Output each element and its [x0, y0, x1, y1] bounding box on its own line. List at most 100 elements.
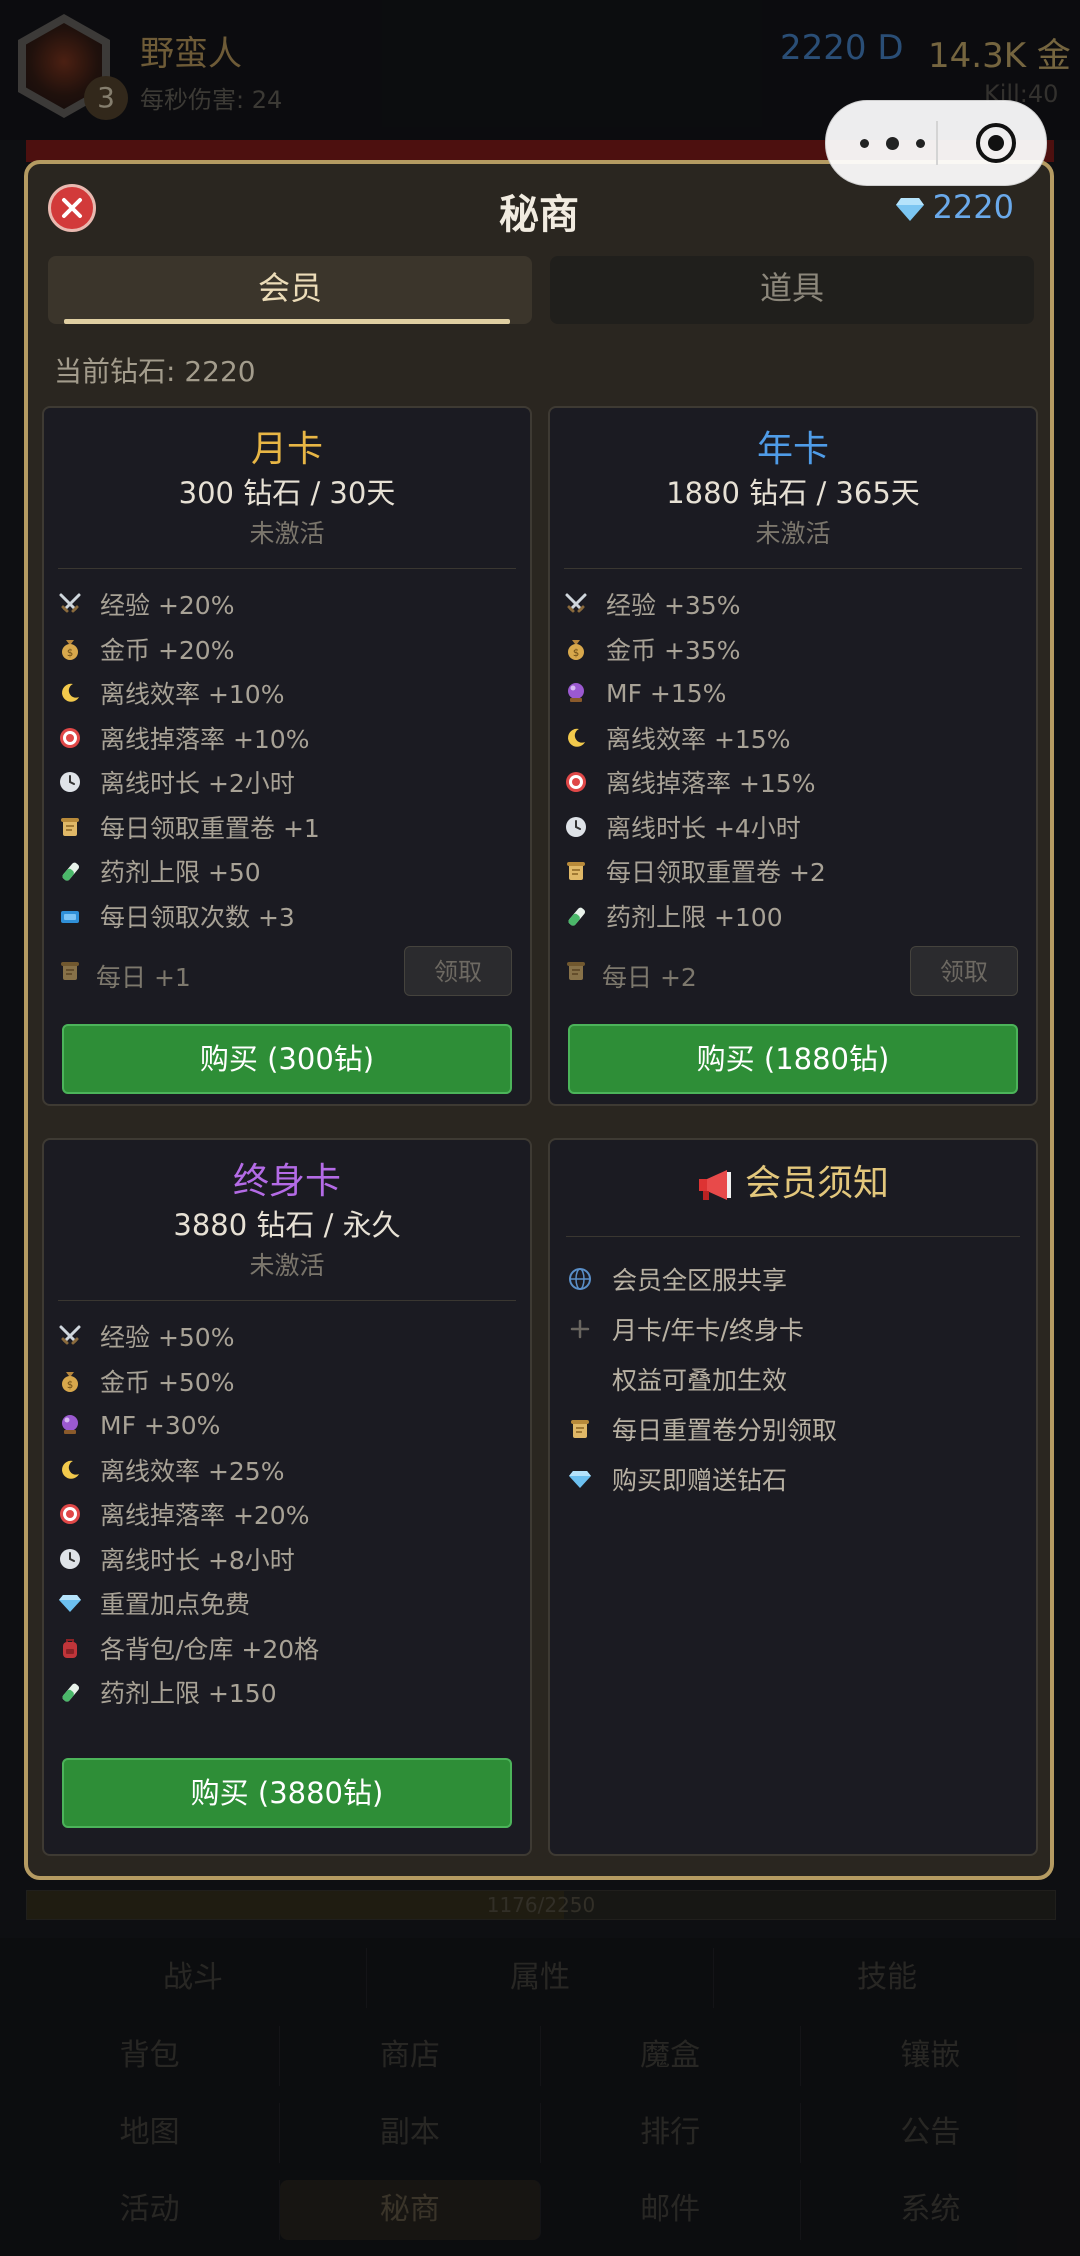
- plus-icon: [568, 1317, 592, 1341]
- scroll-icon: [564, 859, 588, 883]
- perk-item: 经验 +50%: [58, 1314, 520, 1359]
- notice-item: 月卡/年卡/终身卡: [568, 1304, 1026, 1354]
- money-bag-icon: $: [58, 637, 82, 661]
- gem-icon: [58, 1591, 82, 1615]
- divider: [566, 1236, 1020, 1237]
- diamond-balance-value: 2220: [932, 188, 1014, 226]
- card-status: 未激活: [249, 1251, 325, 1280]
- svg-text:$: $: [573, 648, 579, 659]
- tab-membership-label: 会员: [257, 269, 322, 307]
- divider: [58, 1300, 516, 1301]
- perk-item: MF +15%: [564, 671, 1026, 716]
- perk-text: 离线时长 +4小时: [606, 813, 801, 843]
- gem-icon: [568, 1467, 592, 1491]
- perk-item: $ 金币 +20%: [58, 627, 520, 672]
- clock-icon: [58, 1547, 82, 1571]
- svg-text:$: $: [67, 648, 73, 659]
- perk-text: 金币 +20%: [100, 635, 235, 665]
- megaphone-icon: [698, 1170, 731, 1200]
- crescent-moon-icon: [58, 1458, 82, 1482]
- capsule-divider: [936, 121, 938, 165]
- target-icon: [564, 770, 588, 794]
- daily-reward-row: 每日 +2 领取: [564, 946, 1018, 998]
- money-bag-icon: $: [564, 637, 588, 661]
- card-status: 未激活: [249, 519, 325, 548]
- crystal-ball-icon: [58, 1413, 82, 1437]
- perk-item: 经验 +20%: [58, 582, 520, 627]
- perk-text: 每日领取重置卷 +1: [100, 813, 320, 843]
- more-menu-icon[interactable]: [856, 127, 936, 159]
- globe-icon: [568, 1267, 592, 1291]
- perk-item: MF +30%: [58, 1403, 520, 1448]
- notice-text: 购买即赠送钻石: [612, 1466, 788, 1495]
- perk-item: 离线掉落率 +15%: [564, 760, 1026, 805]
- divider: [58, 568, 516, 569]
- perk-text: 离线效率 +10%: [100, 680, 285, 710]
- perk-item: 药剂上限 +150: [58, 1670, 520, 1715]
- tab-bar: 会员 道具: [48, 256, 1034, 324]
- card-price: 3880 钻石 / 永久: [173, 1208, 401, 1242]
- perk-text: 离线掉落率 +10%: [100, 724, 310, 754]
- perk-text: 离线效率 +25%: [100, 1456, 285, 1486]
- perk-item: 离线时长 +8小时: [58, 1537, 520, 1582]
- perk-item: 药剂上限 +50: [58, 849, 520, 894]
- perk-text: MF +15%: [606, 678, 727, 708]
- crossed-swords-icon: [58, 592, 82, 616]
- perk-text: 离线时长 +8小时: [100, 1545, 295, 1575]
- buy-lifetime-button[interactable]: 购买 (3880钻): [62, 1758, 512, 1828]
- tab-membership[interactable]: 会员: [48, 256, 532, 324]
- daily-reward-text: 每日 +1: [96, 963, 191, 992]
- notice-item: 购买即赠送钻石: [568, 1454, 1026, 1504]
- divider: [564, 568, 1022, 569]
- scroll-icon: [564, 959, 586, 985]
- daily-reward-text: 每日 +2: [602, 963, 697, 992]
- membership-notice-card: 会员须知 会员全区服共享 月卡/年卡/终身卡 权益可叠加生效 每日重置卷分别领取: [548, 1138, 1038, 1856]
- crescent-moon-icon: [564, 726, 588, 750]
- money-bag-icon: $: [58, 1369, 82, 1393]
- notice-item: 权益可叠加生效: [568, 1354, 1026, 1404]
- svg-text:$: $: [67, 1380, 73, 1391]
- perk-text: 金币 +50%: [100, 1367, 235, 1397]
- perk-text: 重置加点免费: [100, 1590, 251, 1620]
- crystal-ball-icon: [564, 681, 588, 705]
- perk-item: 离线掉落率 +10%: [58, 716, 520, 761]
- perk-text: 金币 +35%: [606, 635, 741, 665]
- monthly-card: 月卡 300 钻石 / 30天 未激活 经验 +20% $ 金币 +20% 离线效率 …: [42, 406, 532, 1106]
- tab-items[interactable]: 道具: [550, 256, 1034, 324]
- close-miniprogram-icon[interactable]: [974, 121, 1018, 165]
- perk-item: 离线效率 +25%: [58, 1448, 520, 1493]
- buy-yearly-button[interactable]: 购买 (1880钻): [568, 1024, 1018, 1094]
- perk-text: 离线掉落率 +15%: [606, 769, 816, 799]
- perk-item: 离线效率 +15%: [564, 716, 1026, 761]
- perk-text: 各背包/仓库 +20格: [100, 1634, 320, 1664]
- perk-item: 重置加点免费: [58, 1581, 520, 1626]
- perk-text: 离线掉落率 +20%: [100, 1501, 310, 1531]
- perk-text: 经验 +35%: [606, 591, 741, 621]
- active-tab-indicator: [64, 319, 510, 324]
- miniprogram-capsule: [825, 100, 1047, 186]
- perk-item: $ 金币 +50%: [58, 1359, 520, 1404]
- yearly-card: 年卡 1880 钻石 / 365天 未激活 经验 +35% $ 金币 +35% MF …: [548, 406, 1038, 1106]
- claim-button[interactable]: 领取: [404, 946, 512, 996]
- notice-title-text: 会员须知: [744, 1163, 889, 1204]
- card-title: 年卡: [756, 429, 829, 470]
- perk-item: 每日领取次数 +3: [58, 894, 520, 939]
- scroll-icon: [58, 959, 80, 985]
- perk-item: 离线掉落率 +20%: [58, 1492, 520, 1537]
- perk-list: 经验 +35% $ 金币 +35% MF +15% 离线效率 +15% 离线掉落率 +15…: [564, 582, 1026, 938]
- perk-item: 经验 +35%: [564, 582, 1026, 627]
- perk-list: 经验 +50% $ 金币 +50% MF +30% 离线效率 +25% 离线掉落率 +20…: [58, 1314, 520, 1715]
- potion-icon: [564, 904, 588, 928]
- perk-item: 离线时长 +4小时: [564, 805, 1026, 850]
- perk-item: 每日领取重置卷 +2: [564, 849, 1026, 894]
- perk-text: 每日领取重置卷 +2: [606, 858, 826, 888]
- buy-monthly-button[interactable]: 购买 (300钻): [62, 1024, 512, 1094]
- potion-icon: [58, 859, 82, 883]
- notice-text: 会员全区服共享: [612, 1266, 788, 1295]
- tab-items-label: 道具: [759, 269, 824, 307]
- claim-button[interactable]: 领取: [910, 946, 1018, 996]
- notice-item: 每日重置卷分别领取: [568, 1404, 1026, 1454]
- perk-list: 经验 +20% $ 金币 +20% 离线效率 +10% 离线掉落率 +10% 离线时长 +…: [58, 582, 520, 938]
- diamond-balance: 2220: [895, 188, 1014, 226]
- perk-text: 经验 +50%: [100, 1323, 235, 1353]
